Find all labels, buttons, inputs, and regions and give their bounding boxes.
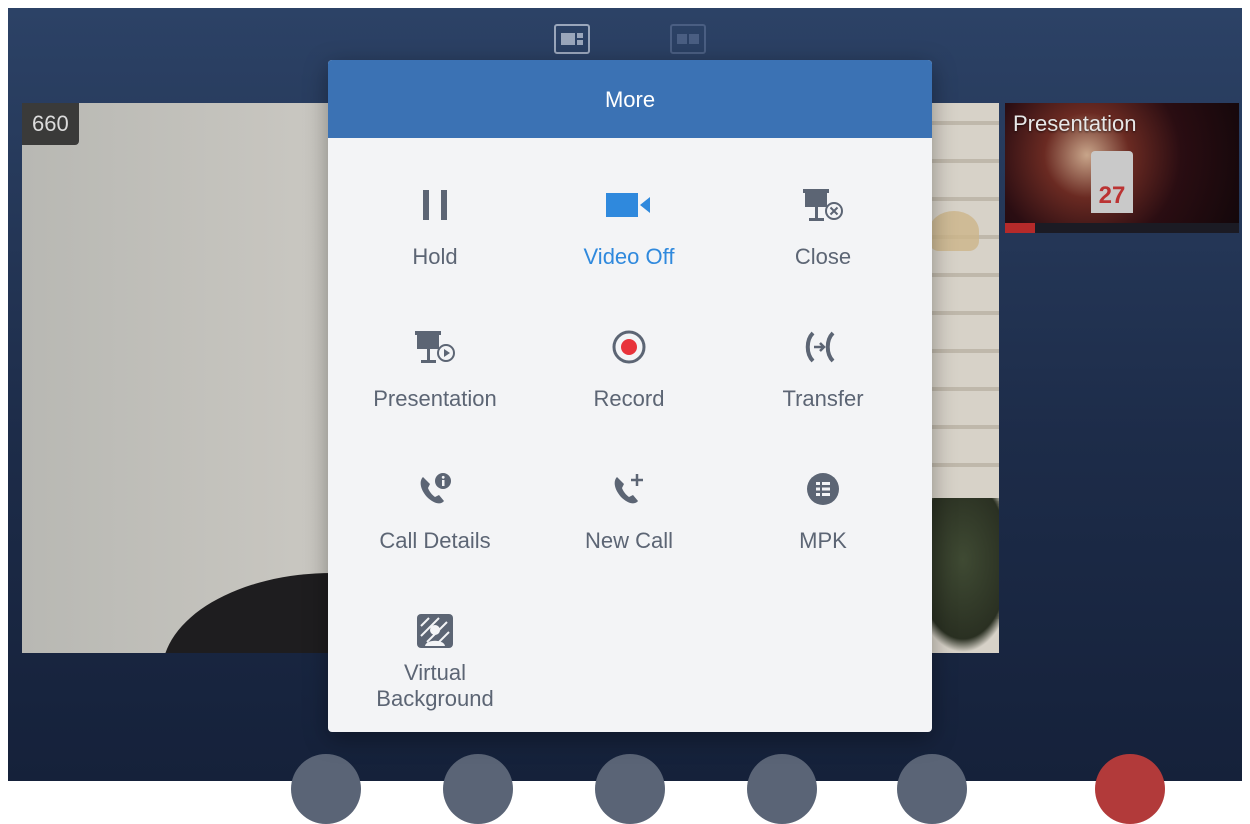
- layout-pip-button[interactable]: [554, 24, 590, 54]
- caller-id-label: 660: [22, 103, 79, 145]
- call-details-button[interactable]: Call Details: [338, 422, 532, 556]
- video-background-lamp: [929, 211, 979, 251]
- presentation-thumbnail[interactable]: 27 Presentation: [1005, 103, 1239, 233]
- mpk-label: MPK: [799, 528, 847, 553]
- video-camera-icon: [532, 186, 726, 224]
- virtual-background-button[interactable]: Virtual Background: [338, 564, 532, 732]
- presentation-close-icon: [726, 186, 920, 224]
- hold-button[interactable]: Hold: [338, 138, 532, 272]
- new-call-button[interactable]: New Call: [532, 422, 726, 556]
- record-button[interactable]: Record: [532, 280, 726, 414]
- hold-label: Hold: [412, 244, 458, 269]
- new-call-label: New Call: [584, 528, 674, 553]
- new-call-icon: [532, 470, 726, 508]
- virtual-background-icon: [338, 612, 532, 650]
- more-dialog: More Hold Video Off Close Presentation R…: [328, 60, 932, 732]
- presentation-thumbnail-label: Presentation: [1013, 111, 1137, 136]
- virtual-background-label-line1: Virtual: [404, 660, 466, 685]
- call-details-icon: [338, 470, 532, 508]
- layout-split-icon: [677, 34, 699, 44]
- mpk-button[interactable]: MPK: [726, 422, 920, 556]
- mpk-icon: [726, 470, 920, 508]
- pause-icon: [338, 186, 532, 224]
- layout-split-button[interactable]: [670, 24, 706, 54]
- transfer-icon: [726, 328, 920, 366]
- presentation-label: Presentation: [373, 386, 497, 411]
- presentation-button[interactable]: Presentation: [338, 280, 532, 414]
- video-off-button[interactable]: Video Off: [532, 138, 726, 272]
- thumbnail-ticker: [1005, 223, 1239, 233]
- thumbnail-jersey: 27: [1091, 151, 1133, 213]
- close-label: Close: [794, 244, 852, 269]
- transfer-button[interactable]: Transfer: [726, 280, 920, 414]
- video-off-label: Video Off: [583, 244, 675, 269]
- record-icon: [532, 328, 726, 366]
- call-details-label: Call Details: [379, 528, 491, 553]
- virtual-background-label: Virtual Background: [338, 660, 532, 712]
- dialog-title: More: [328, 60, 932, 138]
- close-presentation-button[interactable]: Close: [726, 138, 920, 272]
- layout-pip-icon: [561, 33, 583, 45]
- transfer-label: Transfer: [782, 386, 864, 411]
- record-label: Record: [593, 386, 665, 411]
- virtual-background-label-line2: Background: [376, 686, 494, 711]
- presentation-play-icon: [338, 328, 532, 366]
